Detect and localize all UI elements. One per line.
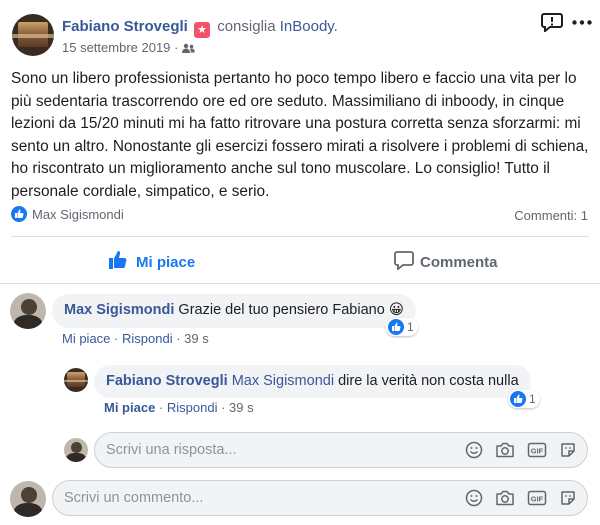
commenter-avatar[interactable]: [10, 293, 46, 329]
user-avatar: [64, 438, 88, 462]
sticker-icon[interactable]: [559, 489, 577, 512]
reply-reply-link[interactable]: Rispondi: [167, 400, 218, 415]
comment-bubble: Max Sigismondi Grazie del tuo pensiero F…: [52, 294, 416, 328]
post-author[interactable]: Fabiano Strovegli: [62, 18, 188, 35]
reaction-count: 1: [529, 392, 536, 406]
camera-icon[interactable]: [495, 489, 515, 512]
emoji-icon[interactable]: [465, 489, 483, 512]
reply-author-avatar[interactable]: [64, 368, 88, 392]
comment-icon: [394, 250, 414, 275]
comment-input-placeholder: Scrivi un commento...: [64, 490, 204, 506]
reactions-summary[interactable]: Max Sigismondi: [11, 206, 124, 222]
post-meta: 15 settembre 2019 ·: [62, 40, 195, 57]
comment-actions: Mi piace · Rispondi · 39 s: [62, 331, 209, 346]
comment-like-link[interactable]: Mi piace: [62, 331, 110, 346]
comment-button[interactable]: Commenta: [394, 250, 498, 275]
friends-icon[interactable]: [181, 42, 195, 57]
like-reaction-icon: [11, 206, 27, 222]
reply-bubble: Fabiano Strovegli Max Sigismondi dire la…: [94, 365, 531, 398]
user-avatar: [10, 481, 46, 517]
comment-author[interactable]: Max Sigismondi: [64, 302, 174, 318]
reply-actions: Mi piace · Rispondi · 39 s: [104, 400, 254, 415]
reply-like-link[interactable]: Mi piace: [104, 400, 155, 415]
thumb-up-icon: [108, 250, 128, 275]
reply-time[interactable]: 39 s: [229, 400, 254, 415]
like-reaction-icon: [510, 391, 526, 407]
post-date[interactable]: 15 settembre 2019: [62, 40, 170, 55]
post-action: consiglia: [217, 18, 276, 35]
more-icon[interactable]: [572, 20, 592, 25]
comment-input[interactable]: Scrivi un commento... GIF: [52, 480, 588, 516]
comment-text: Grazie del tuo pensiero Fabiano: [178, 302, 385, 318]
reply-input-placeholder: Scrivi una risposta...: [106, 442, 237, 458]
comment-button-label: Commenta: [420, 254, 498, 271]
emoji-icon[interactable]: [465, 441, 483, 464]
post-body: Sono un libero professionista pertanto h…: [11, 70, 589, 200]
post-page-link[interactable]: InBoody.: [280, 18, 338, 35]
comment-reaction[interactable]: 1: [386, 318, 418, 336]
like-button-label: Mi piace: [136, 254, 196, 271]
report-icon[interactable]: [541, 12, 563, 32]
camera-icon[interactable]: [495, 441, 515, 464]
reply-input-tools: GIF: [465, 441, 577, 464]
reaction-count: 1: [407, 320, 414, 334]
divider: [0, 283, 600, 284]
reply-input[interactable]: Scrivi una risposta... GIF: [94, 432, 588, 468]
sticker-icon[interactable]: [559, 441, 577, 464]
comment-time[interactable]: 39 s: [184, 331, 209, 346]
comment-input-tools: GIF: [465, 489, 577, 512]
svg-text:GIF: GIF: [531, 494, 544, 503]
svg-text:GIF: GIF: [531, 446, 544, 455]
reply-mention[interactable]: Max Sigismondi: [232, 373, 334, 389]
comments-count[interactable]: Commenti: 1: [514, 208, 588, 223]
like-button[interactable]: Mi piace: [108, 250, 195, 275]
reply-text: dire la verità non costa nulla: [338, 373, 519, 389]
gif-icon[interactable]: GIF: [527, 441, 547, 464]
comment-reply-link[interactable]: Rispondi: [122, 331, 173, 346]
reply-reaction[interactable]: 1: [508, 390, 540, 408]
divider: [11, 236, 589, 237]
comment-emoji: 😀: [388, 302, 404, 318]
reply-author[interactable]: Fabiano Strovegli: [106, 373, 228, 389]
reactor-name[interactable]: Max Sigismondi: [32, 207, 124, 222]
post-header: Fabiano Strovegli ★ consiglia InBoody.: [62, 18, 338, 38]
gif-icon[interactable]: GIF: [527, 489, 547, 512]
page-avatar[interactable]: [12, 14, 54, 56]
recommend-star-icon: ★: [194, 22, 211, 38]
like-reaction-icon: [388, 319, 404, 335]
